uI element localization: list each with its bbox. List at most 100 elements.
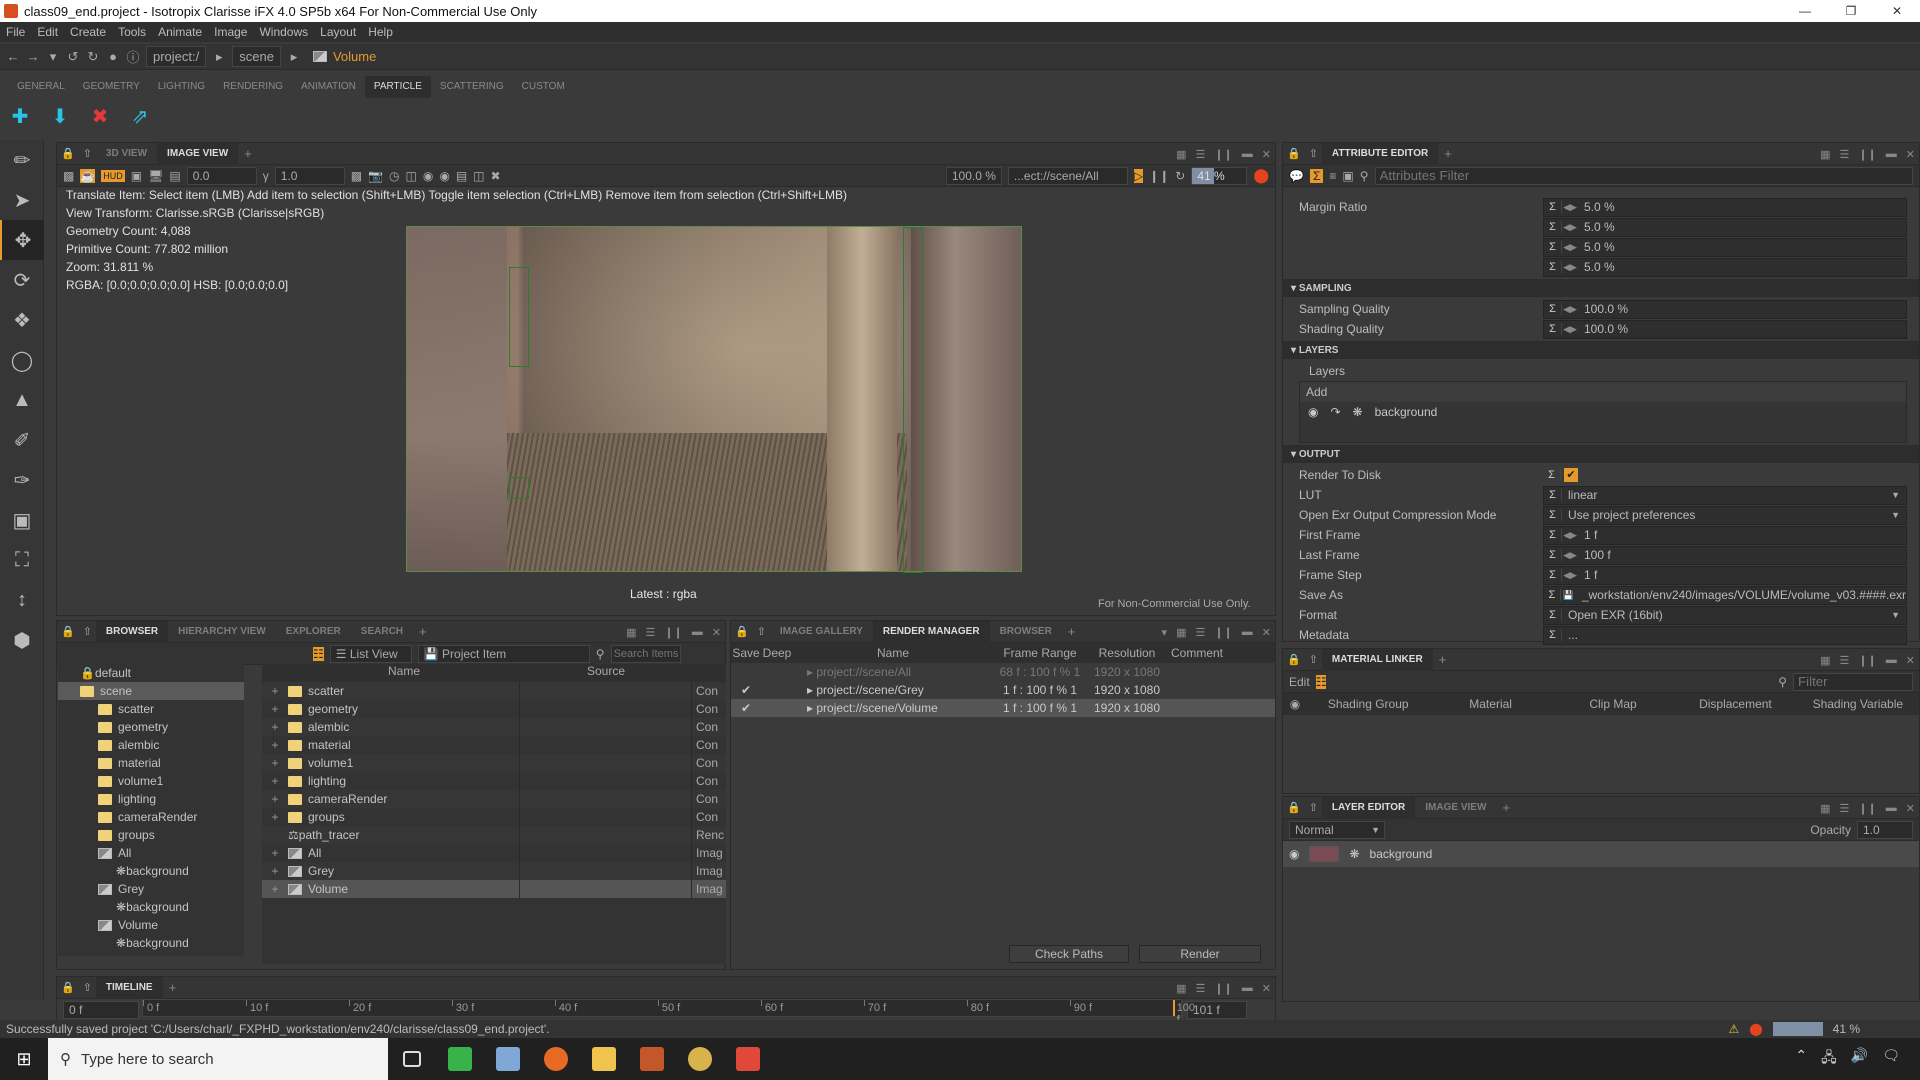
layers-add-button[interactable]: Add — [1300, 382, 1906, 402]
settings-tools-icon[interactable]: ✖ — [491, 169, 501, 183]
shelf-tab-scattering[interactable]: SCATTERING — [431, 76, 513, 98]
sigma-icon[interactable]: Σ — [1544, 529, 1562, 541]
tab-attribute-editor[interactable]: ATTRIBUTE EDITOR — [1321, 142, 1439, 165]
sigma-icon[interactable]: Σ — [1544, 241, 1562, 253]
tree-item[interactable]: alembic — [58, 736, 244, 754]
add-attribute-icon[interactable]: ≡ — [1329, 169, 1336, 183]
breadcrumb-scene[interactable]: scene — [232, 46, 281, 67]
slider-icon[interactable]: ◀▶ — [1562, 262, 1578, 273]
panel-lock-icon[interactable]: 🔒 — [1283, 147, 1305, 160]
shelf-tab-lighting[interactable]: LIGHTING — [149, 76, 214, 98]
blend-mode-dropdown[interactable]: Normal ▼ — [1289, 820, 1385, 839]
list-item[interactable]: + All Imag — [262, 844, 726, 862]
list-item[interactable]: + material Con — [262, 736, 726, 754]
close-button[interactable]: ✕ — [1874, 0, 1920, 22]
notepad-icon[interactable] — [484, 1038, 532, 1080]
menu-edit[interactable]: Edit — [31, 25, 64, 39]
column-save[interactable]: Save — [731, 646, 761, 660]
hud-toggle[interactable]: HUD — [101, 169, 125, 182]
layout-rows-icon[interactable]: ☰ — [1195, 148, 1205, 161]
tab-menu-icon[interactable]: ▾ — [1162, 626, 1168, 639]
play-render-button[interactable]: ▷ — [1133, 168, 1144, 183]
layout-rows-icon[interactable]: ☰ — [1839, 802, 1849, 815]
snapshot-icon[interactable]: 📷 — [368, 169, 383, 183]
shelf-tab-particle[interactable]: PARTICLE — [364, 76, 431, 98]
attr-value[interactable]: 100.0 % — [1578, 322, 1628, 336]
column-name[interactable]: Name — [288, 664, 520, 682]
layout-cols-icon[interactable]: ❙❙ — [664, 626, 682, 639]
chevron-down-icon[interactable]: ▼ — [1891, 490, 1900, 500]
tree-item[interactable]: geometry — [58, 718, 244, 736]
comment-icon[interactable]: 💬 — [1289, 169, 1304, 183]
particle-add-icon[interactable]: ✚ — [8, 104, 32, 129]
tab-render-manager[interactable]: RENDER MANAGER — [872, 620, 990, 643]
render-save-check[interactable]: ✔ — [731, 683, 761, 697]
exposure-field[interactable]: 0.0 — [186, 166, 257, 185]
tree-item[interactable]: volume1 — [58, 772, 244, 790]
shelf-tab-geometry[interactable]: GEOMETRY — [74, 76, 149, 98]
add-tab-button[interactable]: + — [1438, 146, 1458, 161]
layout-max-icon[interactable]: ▬ — [692, 626, 703, 638]
close-panel-icon[interactable]: ✕ — [1262, 982, 1271, 995]
panel-lock-icon[interactable]: 🔒 — [731, 625, 753, 638]
layout-grid-icon[interactable]: ▦ — [1820, 148, 1830, 161]
panel-lock-icon[interactable]: 🔒 — [57, 981, 79, 994]
windows-start-icon[interactable]: ⊞ — [0, 1049, 48, 1070]
paint-scatter-icon[interactable]: ✐ — [0, 420, 44, 460]
layer-link-icon[interactable]: ↷ — [1330, 405, 1340, 419]
restart-render-button[interactable]: ↻ — [1175, 169, 1185, 183]
refresh-icon[interactable]: ↻ — [86, 49, 100, 65]
add-tab-button[interactable]: + — [1496, 800, 1516, 815]
format-dropdown[interactable]: Open EXR (16bit) — [1562, 608, 1663, 622]
tree-item[interactable]: groups — [58, 826, 244, 844]
attr-value[interactable]: 100.0 % — [1578, 302, 1628, 316]
back-arrow-icon[interactable]: ← — [6, 49, 20, 64]
column-name[interactable]: Name — [793, 646, 993, 660]
history-dropdown-icon[interactable]: ▾ — [46, 49, 60, 65]
tree-item[interactable]: ❋ background — [58, 934, 244, 952]
column-clip-map[interactable]: Clip Map — [1552, 697, 1674, 711]
slider-icon[interactable]: ◀▶ — [1562, 304, 1578, 315]
maximize-button[interactable]: ❐ — [1828, 0, 1874, 22]
sigma-icon[interactable]: Σ — [1544, 303, 1562, 315]
panel-export-icon[interactable]: ⇧ — [1305, 147, 1322, 160]
section-layers[interactable]: ▾ LAYERS — [1283, 341, 1919, 359]
particle-remove-icon[interactable]: ✖ — [88, 104, 112, 129]
column-shading-group[interactable]: Shading Group — [1307, 697, 1429, 711]
expand-plus-icon[interactable]: + — [262, 882, 288, 896]
color-swatch-icon[interactable]: ⬢ — [0, 620, 44, 660]
task-view-icon[interactable] — [388, 1038, 436, 1080]
material-filter-input[interactable] — [1793, 672, 1913, 691]
layout-rows-icon[interactable]: ☰ — [645, 626, 655, 639]
translate-icon[interactable]: ✥ — [0, 220, 44, 260]
panel-export-icon[interactable]: ⇧ — [1305, 653, 1322, 666]
forward-arrow-icon[interactable]: → — [26, 49, 40, 64]
menu-layout[interactable]: Layout — [314, 25, 362, 39]
visibility-eye-icon[interactable]: ◉ — [1283, 697, 1307, 711]
section-output[interactable]: ▾ OUTPUT — [1283, 445, 1919, 463]
compare-icon[interactable]: ◫ — [406, 169, 417, 183]
column-shading-variable[interactable]: Shading Variable — [1797, 697, 1919, 711]
close-panel-icon[interactable]: ✕ — [1262, 626, 1271, 639]
sigma-icon[interactable]: Σ — [1544, 221, 1562, 233]
expand-plus-icon[interactable]: + — [262, 792, 288, 806]
list-item[interactable]: + Volume Imag — [262, 880, 726, 898]
notifications-icon[interactable]: 🗨 — [1882, 1047, 1900, 1071]
tree-item[interactable]: 🔒 default — [58, 664, 244, 682]
measure-icon[interactable]: ↕ — [0, 580, 44, 620]
info-icon[interactable]: ⓘ — [126, 47, 140, 66]
region-render-icon[interactable]: ▣ — [0, 500, 44, 540]
tab-material-linker[interactable]: MATERIAL LINKER — [1321, 648, 1433, 671]
region-icon[interactable]: ▣ — [131, 169, 142, 183]
layout-cols-icon[interactable]: ❙❙ — [1214, 982, 1232, 995]
edit-menu[interactable]: Edit — [1289, 675, 1310, 689]
panel-lock-icon[interactable]: 🔒 — [57, 147, 79, 160]
menu-file[interactable]: File — [0, 25, 31, 39]
tab-hierarchy-view[interactable]: HIERARCHY VIEW — [168, 621, 276, 643]
layer-compare-icon[interactable]: ◫ — [473, 169, 484, 183]
tab-search[interactable]: SEARCH — [351, 621, 413, 643]
layout-max-icon[interactable]: ▬ — [1886, 802, 1897, 814]
chevron-down-icon[interactable]: ▼ — [1891, 510, 1900, 520]
tab-timeline[interactable]: TIMELINE — [95, 976, 163, 999]
lut-dropdown[interactable]: linear — [1562, 488, 1597, 502]
